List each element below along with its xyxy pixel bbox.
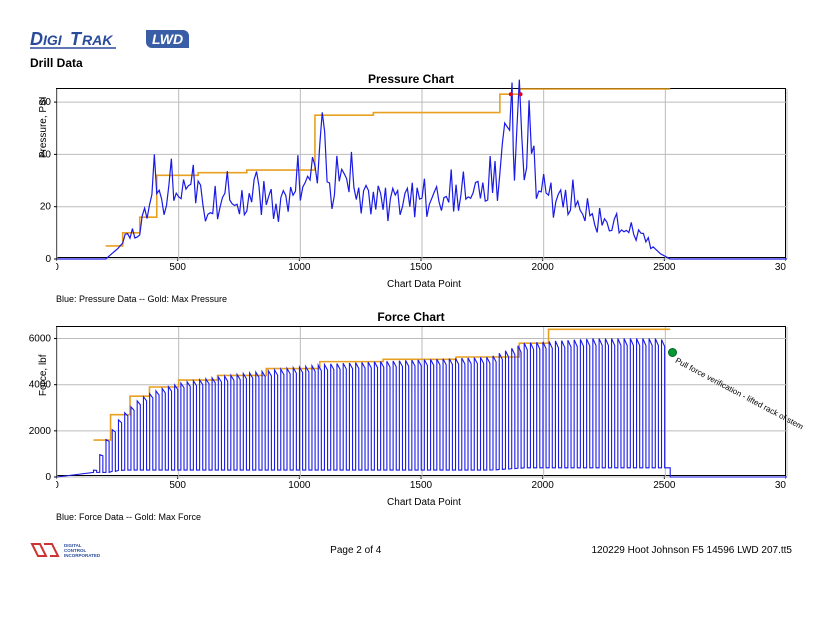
svg-text:0: 0 bbox=[56, 480, 59, 491]
svg-text:1000: 1000 bbox=[288, 480, 311, 491]
annotation-marker bbox=[668, 348, 677, 357]
svg-text:500: 500 bbox=[169, 262, 186, 273]
svg-text:1000: 1000 bbox=[288, 262, 311, 273]
svg-text:D: D bbox=[30, 29, 43, 49]
svg-text:IGI: IGI bbox=[43, 32, 63, 48]
brand-logo: D IGI T RAK LWD bbox=[30, 28, 792, 50]
pressure-legend: Blue: Pressure Data -- Gold: Max Pressur… bbox=[56, 294, 792, 304]
brand-suffix: LWD bbox=[146, 30, 189, 48]
svg-text:RAK: RAK bbox=[82, 32, 113, 48]
svg-text:20: 20 bbox=[40, 202, 52, 213]
svg-text:500: 500 bbox=[169, 480, 186, 491]
force-xlabel: Chart Data Point bbox=[56, 497, 792, 508]
svg-text:2500: 2500 bbox=[653, 262, 676, 273]
pressure-xticks: 0 500 1000 1500 2000 2500 3000 bbox=[56, 258, 786, 274]
pressure-xlabel: Chart Data Point bbox=[56, 279, 792, 290]
force-chart: Force, lbf 0200040006000 050010001500200… bbox=[56, 326, 792, 508]
svg-text:2500: 2500 bbox=[653, 480, 676, 491]
footer-page: Page 2 of 4 bbox=[330, 545, 381, 556]
svg-text:INCORPORATED: INCORPORATED bbox=[64, 553, 101, 558]
force-chart-title: Force Chart bbox=[30, 310, 792, 324]
svg-text:2000: 2000 bbox=[29, 426, 52, 437]
page-subtitle: Drill Data bbox=[30, 56, 792, 70]
svg-text:4000: 4000 bbox=[29, 380, 52, 391]
svg-text:40: 40 bbox=[40, 149, 52, 160]
svg-text:3000: 3000 bbox=[775, 480, 786, 491]
svg-text:0: 0 bbox=[45, 254, 51, 265]
force-legend: Blue: Force Data -- Gold: Max Force bbox=[56, 512, 792, 522]
pressure-chart-title: Pressure Chart bbox=[30, 72, 792, 86]
svg-text:0: 0 bbox=[45, 472, 51, 483]
pressure-plot: 0204060 bbox=[57, 89, 787, 259]
force-plot: 0200040006000 bbox=[57, 327, 787, 477]
footer: DIGITAL CONTROL INCORPORATED Page 2 of 4… bbox=[30, 540, 792, 560]
svg-text:3000: 3000 bbox=[775, 262, 786, 273]
svg-text:60: 60 bbox=[40, 97, 52, 108]
pressure-chart: Pressure, PSI 0204060 050010001500200025… bbox=[56, 88, 792, 290]
footer-logo: DIGITAL CONTROL INCORPORATED bbox=[30, 540, 120, 560]
footer-file: 120229 Hoot Johnson F5 14596 LWD 207.tt5 bbox=[591, 545, 792, 556]
svg-text:6000: 6000 bbox=[29, 334, 52, 345]
svg-text:2000: 2000 bbox=[532, 262, 555, 273]
svg-text:2000: 2000 bbox=[532, 480, 555, 491]
force-xticks: 0 500 1000 1500 2000 2500 3000 bbox=[56, 476, 786, 492]
svg-text:0: 0 bbox=[56, 262, 59, 273]
svg-text:1500: 1500 bbox=[410, 262, 433, 273]
svg-text:1500: 1500 bbox=[410, 480, 433, 491]
